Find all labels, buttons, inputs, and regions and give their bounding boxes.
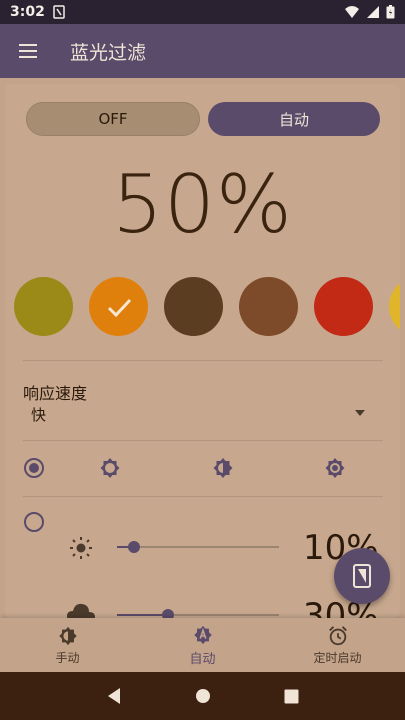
swatch-yellow[interactable] — [389, 277, 400, 336]
nav-label-auto: 自动 — [189, 651, 216, 667]
divider — [23, 360, 383, 361]
filter-card: OFF 自动 50% 响应速度 快 10% 30% — [5, 84, 400, 618]
bottom-navigation: 手动 自动 定时启动 — [0, 618, 405, 672]
swatch-brown[interactable] — [239, 277, 298, 336]
mode-radio-custom[interactable] — [24, 512, 44, 532]
response-speed-value[interactable]: 快 — [31, 404, 46, 425]
cloud-icon — [67, 603, 95, 618]
color-swatches — [14, 277, 400, 339]
auto-button[interactable]: 自动 — [208, 102, 380, 136]
sun-brightness-slider-thumb[interactable] — [128, 541, 140, 553]
sun-icon — [70, 537, 92, 559]
brightness-high-icon[interactable] — [323, 456, 347, 480]
app-title: 蓝光过滤 — [70, 41, 147, 64]
off-button[interactable]: OFF — [26, 102, 200, 136]
brightness-low-icon[interactable] — [98, 456, 122, 480]
swatch-olive[interactable] — [14, 277, 73, 336]
recents-icon[interactable] — [284, 689, 299, 704]
slider-track — [117, 546, 279, 548]
intensity-percentage: 50% — [112, 158, 293, 251]
signal-icon — [367, 6, 379, 18]
battery-icon — [386, 5, 395, 19]
alarm-icon — [328, 625, 347, 645]
checkmark-icon — [107, 298, 131, 317]
slider-fill — [117, 614, 167, 616]
nav-item-manual[interactable]: 手动 — [0, 618, 135, 672]
swatch-red[interactable] — [314, 277, 373, 336]
status-bar: 3:02 — [0, 0, 405, 24]
phone-filter-icon — [353, 564, 371, 588]
system-navigation-bar — [0, 672, 405, 720]
nav-item-schedule[interactable]: 定时启动 — [270, 618, 405, 672]
divider — [23, 496, 383, 497]
menu-icon — [19, 50, 37, 52]
cloud-brightness-slider-thumb[interactable] — [162, 609, 174, 618]
nav-label-manual: 手动 — [55, 650, 80, 665]
swatch-dark-brown[interactable] — [164, 277, 223, 336]
divider — [23, 440, 383, 441]
home-icon[interactable] — [195, 688, 211, 704]
auto-brightness-icon — [193, 625, 212, 644]
wifi-icon — [345, 6, 359, 18]
swatch-orange[interactable] — [89, 277, 148, 336]
mode-radio-preset[interactable] — [24, 458, 44, 478]
mode-toggle: OFF 自动 — [26, 102, 380, 136]
sim-icon — [53, 5, 65, 19]
back-icon[interactable] — [106, 687, 122, 705]
response-speed-label: 响应速度 — [23, 384, 88, 403]
nav-label-schedule: 定时启动 — [313, 650, 362, 665]
dropdown-arrow-icon[interactable] — [355, 410, 365, 416]
status-time: 3:02 — [10, 4, 45, 20]
app-bar: 蓝光过滤 — [0, 24, 405, 78]
nav-item-auto[interactable]: 自动 — [135, 618, 270, 672]
floating-action-button[interactable] — [334, 548, 390, 604]
menu-button[interactable] — [0, 24, 56, 78]
manual-brightness-icon — [58, 626, 77, 645]
brightness-half-icon[interactable] — [211, 456, 235, 480]
